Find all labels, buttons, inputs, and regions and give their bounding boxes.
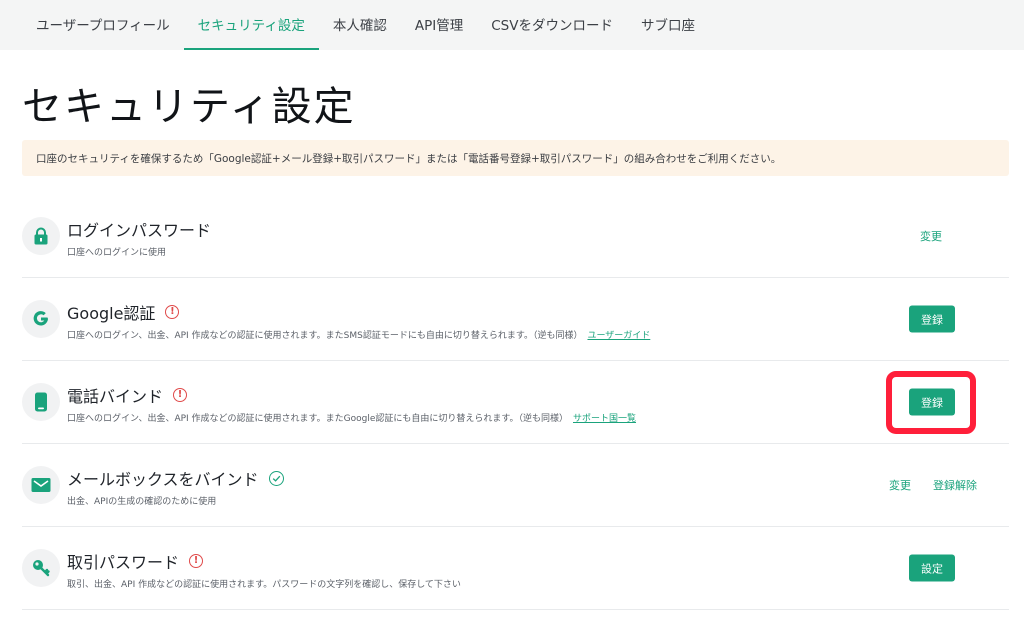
top-tab-bar: ユーザープロフィール セキュリティ設定 本人確認 API管理 CSVをダウンロー… — [0, 0, 1024, 50]
item-description-text: 口座へのログイン、出金、API 作成などの認証に使用されます。またGoogle認… — [67, 414, 568, 424]
item-description: 取引、出金、API 作成などの認証に使用されます。パスワードの文字列を確認し、保… — [67, 577, 461, 590]
key-icon — [22, 549, 60, 587]
google-icon — [22, 300, 60, 338]
item-description: 口座へのログイン、出金、API 作成などの認証に使用されます。またSMS認証モー… — [67, 328, 650, 341]
tab-user-profile[interactable]: ユーザープロフィール — [22, 0, 184, 50]
tab-security-settings[interactable]: セキュリティ設定 — [183, 0, 319, 50]
item-title: ログインパスワード — [67, 217, 211, 241]
security-notice-text: 口座のセキュリティを確保するため「Google認証+メール登録+取引パスワード」… — [36, 152, 782, 165]
tab-csv-download[interactable]: CSVをダウンロード — [477, 0, 627, 50]
item-title-text: 電話バインド — [67, 387, 164, 406]
item-title: Google認証 ! — [67, 300, 180, 324]
security-item-login-password: ログインパスワード 口座へのログインに使用 変更 — [22, 195, 1009, 278]
security-item-google-auth: Google認証 ! 口座へのログイン、出金、API 作成などの認証に使用されま… — [22, 278, 1009, 361]
register-google-auth-button[interactable]: 登録 — [909, 305, 955, 333]
item-description-text: 出金、APIの生成の確認のために使用 — [67, 497, 217, 507]
item-actions: 変更 — [920, 228, 942, 244]
tab-identity-verification[interactable]: 本人確認 — [319, 0, 401, 50]
security-item-phone-bind: 電話バインド ! 口座へのログイン、出金、API 作成などの認証に使用されます。… — [22, 361, 1009, 444]
item-description: 出金、APIの生成の確認のために使用 — [67, 494, 216, 507]
item-description-text: 口座へのログイン、出金、API 作成などの認証に使用されます。またSMS認証モー… — [67, 331, 583, 341]
item-description-text: 取引、出金、API 作成などの認証に使用されます。パスワードの文字列を確認し、保… — [67, 580, 461, 590]
register-phone-button[interactable]: 登録 — [909, 388, 955, 416]
page-title: セキュリティ設定 — [22, 84, 356, 130]
verified-check-icon — [268, 470, 284, 486]
item-actions: 設定 — [909, 554, 955, 582]
unregister-mailbox-link[interactable]: 登録解除 — [933, 477, 977, 493]
tab-api-management[interactable]: API管理 — [401, 0, 477, 50]
item-actions: 変更 登録解除 — [889, 477, 977, 493]
supported-countries-link[interactable]: サポート国一覧 — [573, 414, 636, 424]
item-title: メールボックスをバインド — [67, 466, 284, 490]
security-notice: 口座のセキュリティを確保するため「Google認証+メール登録+取引パスワード」… — [22, 140, 1009, 176]
change-mailbox-link[interactable]: 変更 — [889, 477, 911, 493]
item-title: 電話バインド ! — [67, 383, 188, 407]
mail-icon — [22, 466, 60, 504]
warning-icon: ! — [189, 554, 204, 568]
item-actions: 登録 — [909, 305, 955, 333]
item-description: 口座へのログインに使用 — [67, 245, 166, 258]
item-description-text: 口座へのログインに使用 — [67, 248, 167, 258]
item-title-text: ログインパスワード — [67, 221, 212, 240]
phone-icon — [22, 383, 60, 421]
item-description: 口座へのログイン、出金、API 作成などの認証に使用されます。またGoogle認… — [67, 411, 636, 424]
item-title: 取引パスワード ! — [67, 549, 204, 573]
warning-icon: ! — [165, 305, 180, 319]
warning-icon: ! — [173, 388, 188, 402]
set-trading-password-button[interactable]: 設定 — [909, 554, 955, 582]
change-login-password-link[interactable]: 変更 — [920, 228, 942, 244]
security-items-list: ログインパスワード 口座へのログインに使用 変更 Google認証 ! 口座への… — [22, 195, 1009, 610]
security-item-trading-password: 取引パスワード ! 取引、出金、API 作成などの認証に使用されます。パスワード… — [22, 527, 1009, 610]
user-guide-link[interactable]: ユーザーガイド — [587, 331, 650, 341]
item-actions: 登録 — [909, 388, 955, 416]
tab-sub-account[interactable]: サブ口座 — [627, 0, 709, 50]
item-title-text: 取引パスワード — [67, 553, 180, 572]
item-title-text: Google認証 — [67, 304, 156, 323]
security-item-mailbox-bind: メールボックスをバインド 出金、APIの生成の確認のために使用 変更 登録解除 — [22, 444, 1009, 527]
lock-icon — [22, 217, 60, 255]
item-title-text: メールボックスをバインド — [67, 470, 259, 489]
